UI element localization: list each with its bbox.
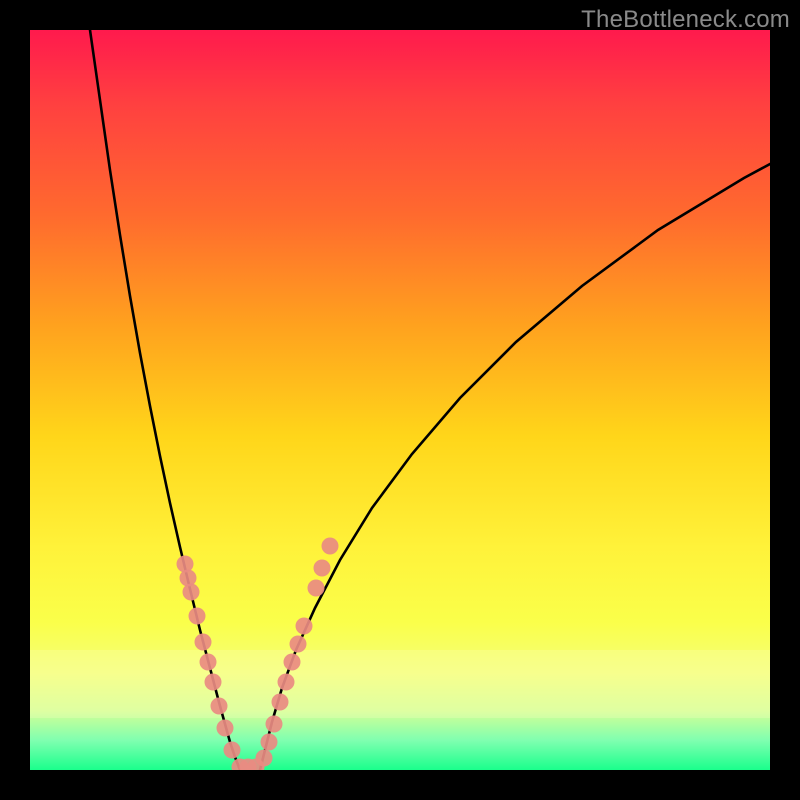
highlight-dot [261, 734, 278, 751]
highlight-dot [314, 560, 331, 577]
highlight-dot [211, 698, 228, 715]
watermark-text: TheBottleneck.com [581, 6, 790, 34]
highlight-dot [180, 570, 197, 587]
highlight-dots [177, 538, 339, 771]
right-curve [260, 164, 770, 770]
highlight-dot [195, 634, 212, 651]
highlight-dot [284, 654, 301, 671]
highlight-dot [272, 694, 289, 711]
highlight-dot [290, 636, 307, 653]
highlight-dot [217, 720, 234, 737]
highlight-dot [189, 608, 206, 625]
highlight-dot [205, 674, 222, 691]
left-curve [90, 30, 240, 770]
chart-svg [30, 30, 770, 770]
highlight-dot [183, 584, 200, 601]
highlight-dot [278, 674, 295, 691]
highlight-dot [296, 618, 313, 635]
highlight-dot [266, 716, 283, 733]
highlight-dot [224, 742, 241, 759]
highlight-dot [322, 538, 339, 555]
chart-plot-area [30, 30, 770, 770]
highlight-dot [177, 556, 194, 573]
highlight-dot [200, 654, 217, 671]
highlight-dot [308, 580, 325, 597]
highlight-dot [256, 750, 273, 767]
